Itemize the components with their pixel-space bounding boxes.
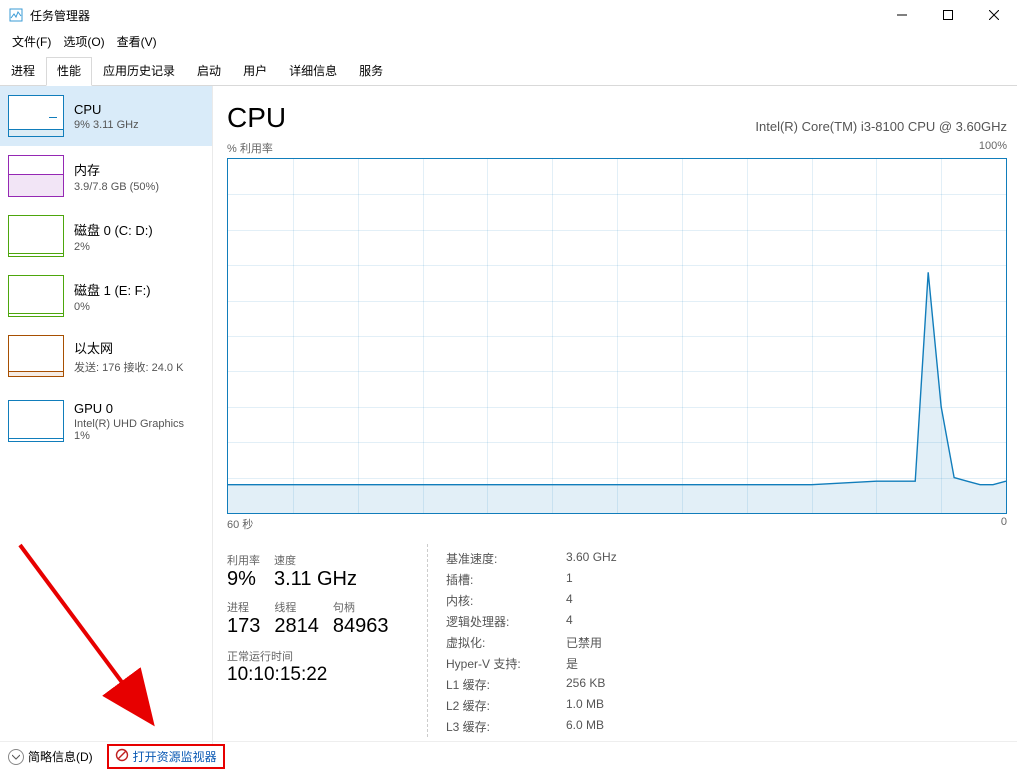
sidebar-item-title: 以太网: [74, 338, 183, 357]
threads-value: 2814: [274, 615, 319, 638]
chevron-down-icon: [8, 749, 24, 765]
speed-label: 速度: [274, 552, 357, 568]
tab-performance[interactable]: 性能: [46, 57, 92, 86]
sidebar-item-subtitle: 3.9/7.8 GB (50%): [74, 181, 159, 193]
disk-thumb-icon: [8, 215, 64, 257]
sidebar-item-subtitle: 发送: 176 接收: 24.0 K: [74, 359, 183, 375]
sidebar-item-title: CPU: [74, 102, 139, 117]
close-button[interactable]: [971, 0, 1017, 30]
sidebar-item-disk0[interactable]: 磁盘 0 (C: D:) 2%: [0, 206, 212, 266]
tab-processes[interactable]: 进程: [0, 57, 46, 86]
cpu-thumb-icon: [8, 95, 64, 137]
tab-startup[interactable]: 启动: [186, 57, 232, 86]
stat-value: 3.60 GHz: [566, 550, 617, 567]
stat-key: 基准速度:: [446, 550, 566, 567]
stat-key: L2 缓存:: [446, 697, 566, 714]
stat-value: 4: [566, 592, 573, 609]
uptime-label: 正常运行时间: [227, 648, 407, 664]
stat-row: 虚拟化:已禁用: [446, 632, 617, 653]
speed-value: 3.11 GHz: [274, 568, 357, 591]
pane-device-name: Intel(R) Core(TM) i3-8100 CPU @ 3.60GHz: [755, 119, 1007, 134]
sidebar-item-ethernet[interactable]: 以太网 发送: 176 接收: 24.0 K: [0, 326, 212, 386]
tab-app-history[interactable]: 应用历史记录: [92, 57, 186, 86]
sidebar-item-subtitle: 0%: [74, 301, 151, 313]
menu-bar: 文件(F) 选项(O) 查看(V): [0, 30, 1017, 52]
chart-xright: 0: [1001, 516, 1007, 532]
sidebar-item-subtitle: 2%: [74, 241, 153, 253]
stats-right: 基准速度:3.60 GHz插槽:1内核:4逻辑处理器:4虚拟化:已禁用Hyper…: [427, 544, 617, 737]
stat-key: L3 缓存:: [446, 718, 566, 735]
maximize-button[interactable]: [925, 0, 971, 30]
tab-services[interactable]: 服务: [348, 57, 394, 86]
stats-left: 利用率 9% 速度 3.11 GHz 进程 173 线程 281: [227, 544, 407, 737]
stat-key: 虚拟化:: [446, 634, 566, 651]
memory-thumb-icon: [8, 155, 64, 197]
sidebar-item-disk1[interactable]: 磁盘 1 (E: F:) 0%: [0, 266, 212, 326]
processes-label: 进程: [227, 599, 260, 615]
tab-bar: 进程 性能 应用历史记录 启动 用户 详细信息 服务: [0, 56, 1017, 86]
stat-key: 内核:: [446, 592, 566, 609]
stat-row: L2 缓存:1.0 MB: [446, 695, 617, 716]
stat-row: L3 缓存:6.0 MB: [446, 716, 617, 737]
sidebar-item-title: GPU 0: [74, 401, 184, 416]
chart-xleft: 60 秒: [227, 516, 253, 532]
sidebar-item-subtitle: 9% 3.11 GHz: [74, 119, 139, 131]
stat-value: 1.0 MB: [566, 697, 604, 714]
stat-value: 已禁用: [566, 634, 602, 651]
sidebar-item-title: 内存: [74, 160, 159, 179]
stat-key: L1 缓存:: [446, 676, 566, 693]
stat-row: Hyper-V 支持:是: [446, 653, 617, 674]
stat-row: 插槽:1: [446, 569, 617, 590]
menu-view[interactable]: 查看(V): [111, 31, 163, 52]
stat-key: 插槽:: [446, 571, 566, 588]
open-resource-monitor-label: 打开资源监视器: [133, 748, 217, 765]
menu-options[interactable]: 选项(O): [57, 31, 110, 52]
fewer-details-button[interactable]: 简略信息(D): [8, 748, 93, 765]
stat-value: 6.0 MB: [566, 718, 604, 735]
threads-label: 线程: [274, 599, 319, 615]
open-resource-monitor-link[interactable]: 打开资源监视器: [107, 744, 225, 769]
stat-row: L1 缓存:256 KB: [446, 674, 617, 695]
stat-value: 1: [566, 571, 573, 588]
ethernet-thumb-icon: [8, 335, 64, 377]
gpu-thumb-icon: [8, 400, 64, 442]
resource-monitor-icon: [115, 748, 129, 765]
window-title: 任务管理器: [30, 7, 879, 24]
sidebar-item-subtitle: Intel(R) UHD Graphics 1%: [74, 418, 184, 442]
processes-value: 173: [227, 615, 260, 638]
sidebar-item-cpu[interactable]: CPU 9% 3.11 GHz: [0, 86, 212, 146]
stat-value: 是: [566, 655, 578, 672]
performance-pane: CPU Intel(R) Core(TM) i3-8100 CPU @ 3.60…: [213, 86, 1017, 745]
sidebar-item-title: 磁盘 0 (C: D:): [74, 220, 153, 239]
stat-key: Hyper-V 支持:: [446, 655, 566, 672]
tab-users[interactable]: 用户: [232, 57, 278, 86]
performance-sidebar: CPU 9% 3.11 GHz 内存 3.9/7.8 GB (50%) 磁盘 0…: [0, 86, 213, 745]
fewer-details-label: 简略信息(D): [28, 748, 93, 765]
util-label: 利用率: [227, 552, 260, 568]
stat-value: 4: [566, 613, 573, 630]
disk-thumb-icon: [8, 275, 64, 317]
chart-ylabel: % 利用率: [227, 140, 273, 156]
handles-value: 84963: [333, 615, 389, 638]
minimize-button[interactable]: [879, 0, 925, 30]
stat-row: 逻辑处理器:4: [446, 611, 617, 632]
sidebar-item-memory[interactable]: 内存 3.9/7.8 GB (50%): [0, 146, 212, 206]
stat-row: 内核:4: [446, 590, 617, 611]
stat-key: 逻辑处理器:: [446, 613, 566, 630]
stat-value: 256 KB: [566, 676, 605, 693]
uptime-value: 10:10:15:22: [227, 664, 407, 686]
util-value: 9%: [227, 568, 260, 591]
handles-label: 句柄: [333, 599, 389, 615]
chart-ymax: 100%: [979, 140, 1007, 156]
cpu-utilization-chart[interactable]: [227, 158, 1007, 514]
sidebar-item-gpu0[interactable]: GPU 0 Intel(R) UHD Graphics 1%: [0, 386, 212, 456]
tab-details[interactable]: 详细信息: [278, 57, 348, 86]
stat-row: 基准速度:3.60 GHz: [446, 548, 617, 569]
title-bar: 任务管理器: [0, 0, 1017, 30]
sidebar-item-title: 磁盘 1 (E: F:): [74, 280, 151, 299]
app-icon: [8, 7, 24, 23]
status-bar: 简略信息(D) 打开资源监视器: [0, 741, 1017, 771]
menu-file[interactable]: 文件(F): [6, 31, 57, 52]
pane-title: CPU: [227, 102, 286, 134]
